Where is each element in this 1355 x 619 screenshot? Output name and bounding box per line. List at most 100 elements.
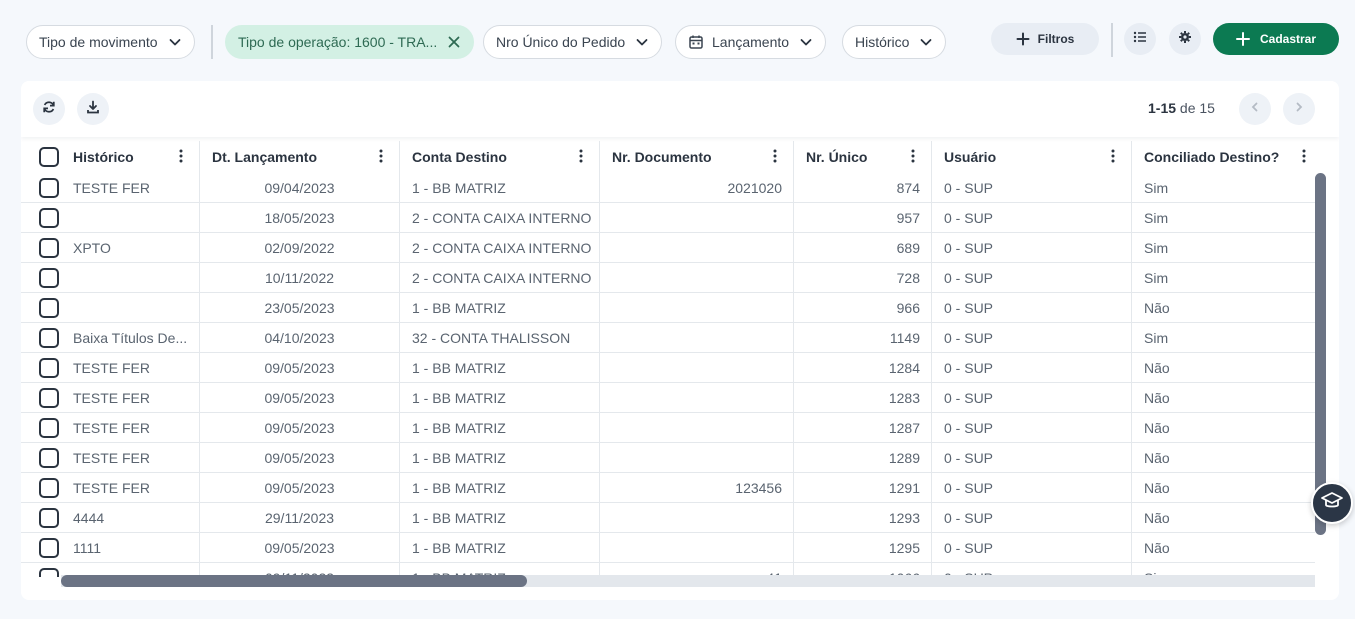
- cell-conciliado-destino: Sim: [1144, 330, 1169, 346]
- column-header-usuario[interactable]: Usuário: [932, 141, 1132, 173]
- row-checkbox[interactable]: [39, 538, 59, 558]
- table-row[interactable]: XPTO 02/09/2022 2 - CONTA CAIXA INTERNO 689…: [21, 233, 1315, 263]
- column-menu-icon[interactable]: [1296, 149, 1312, 165]
- gear-icon: [1178, 30, 1192, 49]
- column-header-nr-documento[interactable]: Nr. Documento: [600, 141, 794, 173]
- row-checkbox[interactable]: [39, 328, 59, 348]
- refresh-icon: [42, 100, 56, 119]
- cell-conciliado-destino: Não: [1144, 510, 1170, 526]
- cell-usuario: 0 - SUP: [932, 413, 1132, 443]
- list-icon: [1133, 30, 1147, 49]
- cell-historico: TESTE FER: [61, 473, 200, 503]
- row-checkbox[interactable]: [39, 418, 59, 438]
- filter-historico[interactable]: Histórico: [842, 25, 947, 59]
- column-menu-icon[interactable]: [767, 149, 783, 165]
- column-header-conta-destino[interactable]: Conta Destino: [400, 141, 600, 173]
- cell-dt-lancamento: 10/11/2022: [200, 263, 400, 293]
- table-row[interactable]: TESTE FER 09/05/2023 1 - BB MATRIZ 1284 0 - …: [21, 353, 1315, 383]
- column-label: Nr. Documento: [612, 149, 712, 165]
- horizontal-scrollbar-thumb[interactable]: [61, 575, 527, 587]
- table-row[interactable]: 1111 09/05/2023 1 - BB MATRIZ 1295 0 - SUP Nã…: [21, 533, 1315, 563]
- cell-conta-destino: 32 - CONTA THALISSON: [400, 323, 600, 353]
- row-checkbox[interactable]: [39, 178, 59, 198]
- column-menu-icon[interactable]: [173, 149, 189, 165]
- chevron-down-icon: [799, 35, 813, 49]
- cell-conciliado-destino: Sim: [1144, 270, 1169, 286]
- grid-header: Histórico Dt. Lançamento Conta Destino N…: [21, 141, 1339, 173]
- cell-nr-documento: [600, 503, 794, 533]
- column-menu-icon[interactable]: [573, 149, 589, 165]
- select-all-checkbox[interactable]: [39, 147, 59, 167]
- cell-nr-documento: [600, 323, 794, 353]
- table-row[interactable]: Baixa Títulos De... 04/10/2023 32 - CONTA …: [21, 323, 1315, 353]
- cell-nr-documento: 123456: [600, 473, 794, 503]
- close-icon[interactable]: [447, 35, 461, 49]
- cadastrar-button-label: Cadastrar: [1259, 32, 1317, 46]
- table-row[interactable]: 10/11/2022 2 - CONTA CAIXA INTERNO 728 0 - …: [21, 263, 1315, 293]
- column-header-dt-lancamento[interactable]: Dt. Lançamento: [200, 141, 400, 173]
- row-checkbox[interactable]: [39, 508, 59, 528]
- column-menu-icon[interactable]: [373, 149, 389, 165]
- row-checkbox[interactable]: [39, 268, 59, 288]
- cell-nr-unico: 1284: [794, 353, 932, 383]
- table-row[interactable]: TESTE FER 09/05/2023 1 - BB MATRIZ 1289 0 - …: [21, 443, 1315, 473]
- list-view-button[interactable]: [1124, 23, 1156, 55]
- settings-button[interactable]: [1169, 23, 1201, 55]
- column-label: Histórico: [73, 149, 134, 165]
- column-header-nr-unico[interactable]: Nr. Único: [794, 141, 932, 173]
- help-button[interactable]: [1311, 482, 1353, 524]
- cell-dt-lancamento: 09/05/2023: [200, 473, 400, 503]
- prev-page-button[interactable]: [1239, 93, 1271, 125]
- table-row[interactable]: 4444 29/11/2023 1 - BB MATRIZ 1293 0 - SUP Nã…: [21, 503, 1315, 533]
- cell-nr-unico: 1291: [794, 473, 932, 503]
- row-checkbox[interactable]: [39, 388, 59, 408]
- column-menu-icon[interactable]: [1105, 149, 1121, 165]
- cell-conta-destino: 2 - CONTA CAIXA INTERNO: [400, 263, 600, 293]
- table-row[interactable]: 23/05/2023 1 - BB MATRIZ 966 0 - SUP Não: [21, 293, 1315, 323]
- row-checkbox[interactable]: [39, 448, 59, 468]
- cell-historico: 4444: [61, 503, 200, 533]
- cell-usuario: 0 - SUP: [932, 473, 1132, 503]
- row-checkbox[interactable]: [39, 358, 59, 378]
- cell-dt-lancamento: 29/11/2023: [200, 503, 400, 533]
- filter-tipo-movimento[interactable]: Tipo de movimento: [26, 25, 195, 59]
- refresh-button[interactable]: [33, 93, 65, 125]
- cell-nr-unico: 1293: [794, 503, 932, 533]
- row-checkbox[interactable]: [39, 568, 59, 577]
- cell-nr-unico: 1287: [794, 413, 932, 443]
- column-menu-icon[interactable]: [905, 149, 921, 165]
- cell-historico: [61, 263, 200, 293]
- download-button[interactable]: [77, 93, 109, 125]
- cadastrar-button[interactable]: Cadastrar: [1213, 23, 1339, 55]
- filter-lancamento[interactable]: Lançamento: [675, 25, 827, 59]
- filter-nro-unico-pedido[interactable]: Nro Único do Pedido: [483, 25, 663, 59]
- cell-conciliado-destino: Sim: [1144, 180, 1169, 196]
- row-checkbox[interactable]: [39, 208, 59, 228]
- row-checkbox[interactable]: [39, 298, 59, 318]
- cell-dt-lancamento: 09/05/2023: [200, 353, 400, 383]
- divider: [1111, 23, 1113, 57]
- cell-usuario: 0 - SUP: [932, 383, 1132, 413]
- cell-usuario: 0 - SUP: [932, 323, 1132, 353]
- cell-conta-destino: 1 - BB MATRIZ: [400, 443, 600, 473]
- column-header-historico[interactable]: Histórico: [61, 141, 200, 173]
- row-checkbox[interactable]: [39, 238, 59, 258]
- next-page-button[interactable]: [1283, 93, 1315, 125]
- table-row[interactable]: TESTE FER 09/05/2023 1 - BB MATRIZ 123456 12…: [21, 473, 1315, 503]
- cell-nr-unico: 1149: [794, 323, 932, 353]
- table-row[interactable]: 18/05/2023 2 - CONTA CAIXA INTERNO 957 0 - …: [21, 203, 1315, 233]
- cell-dt-lancamento: 09/05/2023: [200, 383, 400, 413]
- table-row[interactable]: TESTE FER 09/05/2023 1 - BB MATRIZ 1287 0 - …: [21, 413, 1315, 443]
- cell-conta-destino: 1 - BB MATRIZ: [400, 383, 600, 413]
- filters-button[interactable]: Filtros: [991, 23, 1099, 55]
- table-row[interactable]: TESTE FER 09/05/2023 1 - BB MATRIZ 1283 0 - …: [21, 383, 1315, 413]
- row-checkbox[interactable]: [39, 478, 59, 498]
- cell-dt-lancamento: 18/05/2023: [200, 203, 400, 233]
- vertical-scrollbar-thumb[interactable]: [1315, 173, 1326, 535]
- filter-tipo-operacao[interactable]: Tipo de operação: 1600 - TRA...: [225, 25, 475, 59]
- table-row[interactable]: TESTE FER 09/04/2023 1 - BB MATRIZ 2021020 8…: [21, 173, 1315, 203]
- cell-dt-lancamento: 09/04/2023: [200, 173, 400, 203]
- cell-nr-documento: [600, 533, 794, 563]
- column-header-conciliado-destino[interactable]: Conciliado Destino?: [1132, 141, 1322, 173]
- cell-nr-documento: 2021020: [600, 173, 794, 203]
